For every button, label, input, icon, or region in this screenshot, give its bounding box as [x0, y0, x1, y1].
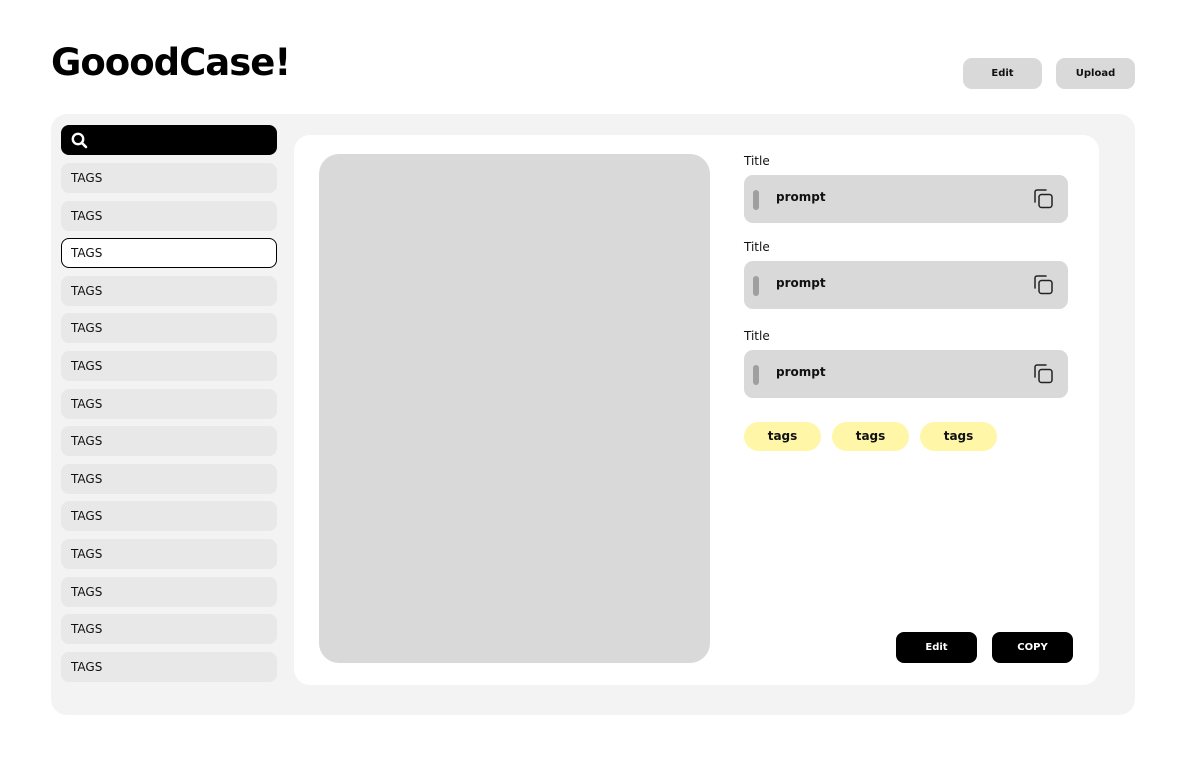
prompt-handle [753, 276, 759, 296]
tag-list-item[interactable]: TAGS [61, 576, 277, 607]
tag-list-item[interactable]: TAGS [61, 501, 277, 532]
prompt-title: Title [744, 329, 770, 343]
prompt-title: Title [744, 154, 770, 168]
tag-list-item[interactable]: TAGS [61, 163, 277, 193]
tag-list-item[interactable]: TAGS [61, 651, 277, 682]
prompt-field: prompt [744, 261, 1068, 309]
edit-button[interactable]: Edit [896, 632, 977, 663]
tag-chip[interactable]: tags [920, 422, 997, 451]
search-input[interactable] [95, 125, 271, 155]
tag-list-item[interactable]: TAGS [61, 200, 277, 231]
header-upload-button[interactable]: Upload [1056, 58, 1135, 89]
tag-chip[interactable]: tags [744, 422, 821, 451]
tag-list-item[interactable]: TAGS [61, 463, 277, 494]
copy-icon[interactable] [1032, 274, 1054, 296]
search-bar[interactable] [61, 125, 277, 155]
copy-button[interactable]: COPY [992, 632, 1073, 663]
tag-list: TAGS TAGS TAGS TAGS TAGS TAGS TAGS TAGS … [61, 163, 277, 689]
prompt-field: prompt [744, 350, 1068, 398]
prompt-handle [753, 190, 759, 210]
copy-icon[interactable] [1032, 363, 1054, 385]
tag-list-item[interactable]: TAGS [61, 313, 277, 344]
tag-chip[interactable]: tags [832, 422, 909, 451]
prompt-title: Title [744, 240, 770, 254]
search-icon [71, 132, 88, 149]
tag-list-item[interactable]: TAGS [61, 275, 277, 306]
tag-list-item-selected[interactable]: TAGS [61, 238, 277, 269]
prompt-text: prompt [776, 365, 826, 379]
tag-list-item[interactable]: TAGS [61, 388, 277, 419]
tag-list-item[interactable]: TAGS [61, 614, 277, 645]
tag-list-item[interactable]: TAGS [61, 426, 277, 457]
copy-icon[interactable] [1032, 188, 1054, 210]
header-edit-button[interactable]: Edit [963, 58, 1042, 89]
tag-list-item[interactable]: TAGS [61, 350, 277, 381]
prompt-text: prompt [776, 190, 826, 204]
app-logo: GooodCase! [51, 41, 291, 84]
image-placeholder[interactable] [319, 154, 710, 663]
tag-list-item[interactable]: TAGS [61, 538, 277, 569]
prompt-field: prompt [744, 175, 1068, 223]
prompt-text: prompt [776, 276, 826, 290]
prompt-handle [753, 365, 759, 385]
